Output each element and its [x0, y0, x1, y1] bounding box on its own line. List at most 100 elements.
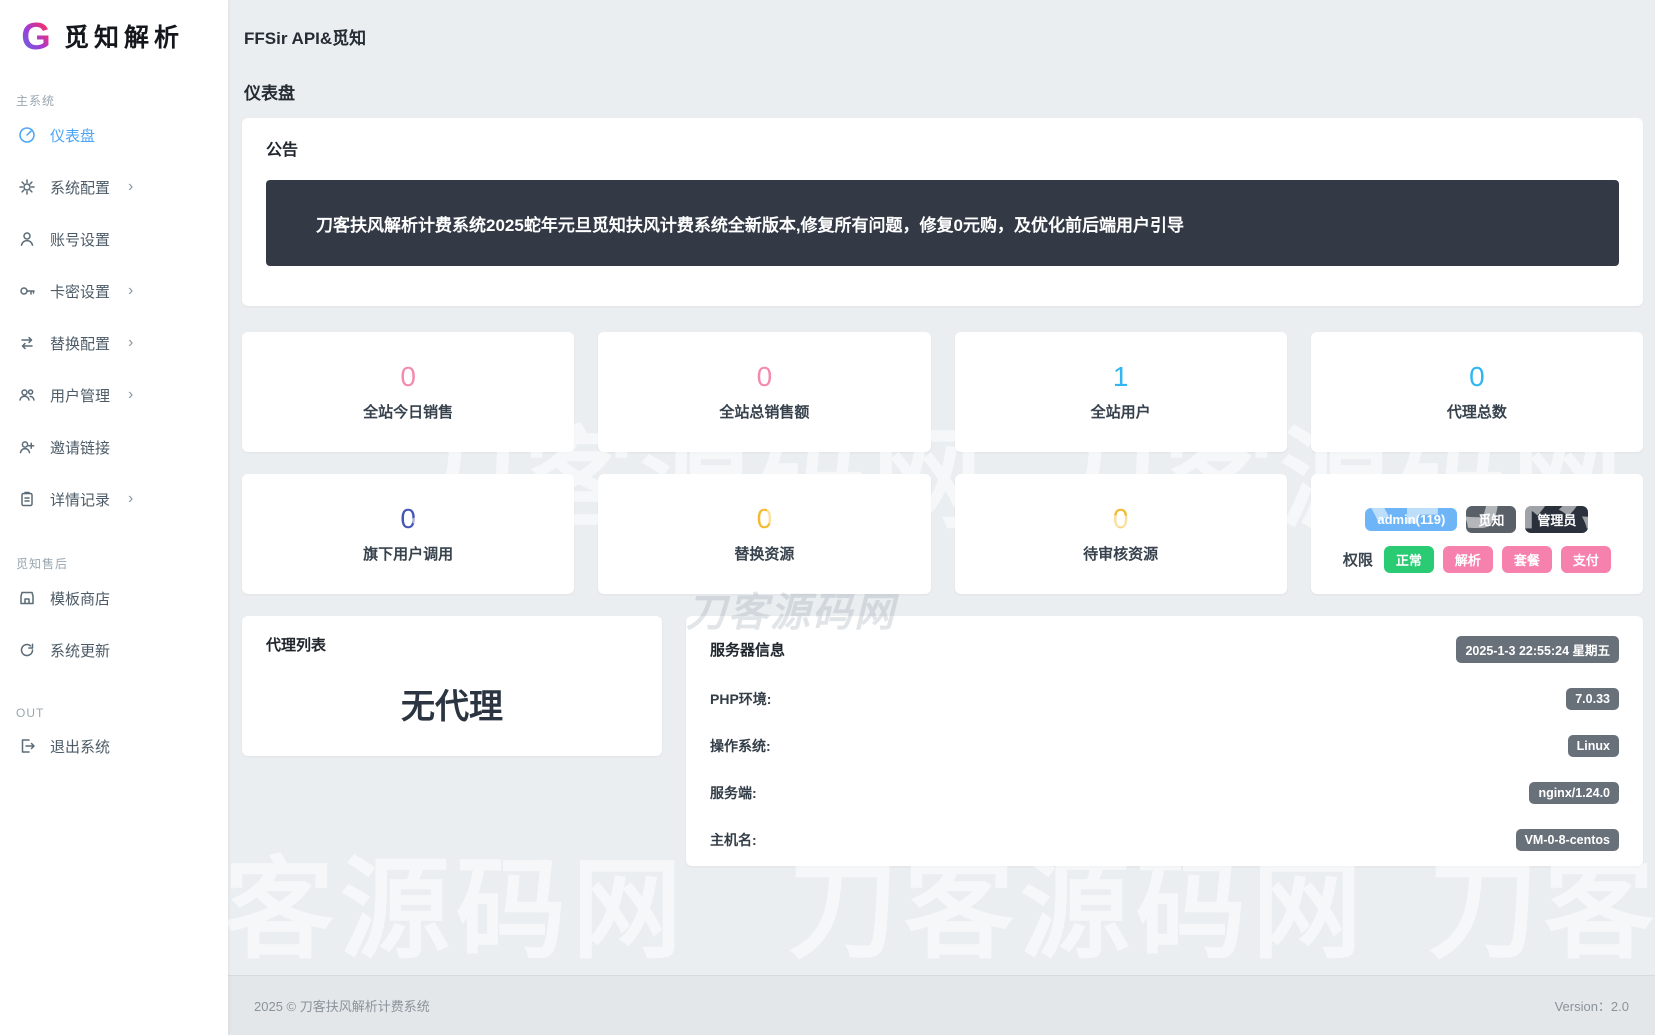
stat-label: 代理总数 [1447, 401, 1507, 422]
stat-label: 待审核资源 [1083, 543, 1158, 564]
stat-value: 0 [1113, 505, 1129, 533]
announcement-text: 刀客扶风解析计费系统2025蛇年元旦觅知扶风计费系统全新版本,修复所有问题，修复… [316, 211, 1184, 236]
stat-grid-row2: 0 旗下用户调用 0 替换资源 0 待审核资源 admin(119) 觅知 管理… [242, 474, 1643, 594]
stat-grid-row1: 0 全站今日销售 0 全站总销售额 1 全站用户 0 代理总数 [242, 332, 1643, 452]
role-badge: 管理员 [1525, 506, 1588, 533]
sidebar-item-label: 邀请链接 [50, 437, 110, 458]
stat-label: 旗下用户调用 [363, 543, 453, 564]
logout-icon [18, 737, 36, 755]
server-row-label: 服务端: [710, 783, 757, 803]
sidebar-item-account-settings[interactable]: 账号设置 [0, 213, 228, 265]
brand-name: 觅知解析 [64, 18, 184, 54]
agent-list-empty: 无代理 [266, 679, 638, 728]
server-info-card: 服务器信息 2025-1-3 22:55:24 星期五 PHP环境: 7.0.3… [686, 616, 1643, 866]
server-row-php: PHP环境: 7.0.33 [710, 688, 1619, 710]
server-row-value-badge: VM-0-8-centos [1516, 829, 1619, 851]
server-row-os: 操作系统: Linux [710, 735, 1619, 757]
server-row-hostname: 主机名: VM-0-8-centos [710, 829, 1619, 851]
users-icon [18, 386, 36, 404]
server-row-value-badge: nginx/1.24.0 [1529, 782, 1619, 804]
stat-label: 替换资源 [734, 543, 794, 564]
sidebar-item-detail-records[interactable]: 详情记录 › [0, 473, 228, 525]
gear-icon [18, 178, 36, 196]
stat-value: 0 [757, 505, 773, 533]
account-badge-row: admin(119) 觅知 管理员 [1365, 506, 1588, 533]
stat-card-total-sales: 0 全站总销售额 [598, 332, 930, 452]
stat-card-pending-resources: 0 待审核资源 [955, 474, 1287, 594]
brand-badge: 觅知 [1466, 506, 1516, 533]
server-row-label: 主机名: [710, 830, 757, 850]
stat-label: 全站总销售额 [719, 401, 809, 422]
chevron-right-icon: › [128, 335, 133, 351]
sidebar-item-label: 卡密设置 [50, 281, 110, 302]
footer-copyright: 2025 © 刀客扶风解析计费系统 [254, 996, 430, 1015]
admin-badge: admin(119) [1365, 508, 1457, 531]
stat-value: 0 [400, 505, 416, 533]
nav-section-main: 主系统 [16, 92, 228, 109]
chevron-right-icon: › [128, 387, 133, 403]
nav-section-out: OUT [16, 706, 228, 720]
chevron-right-icon: › [128, 491, 133, 507]
server-row-webserver: 服务端: nginx/1.24.0 [710, 782, 1619, 804]
sidebar-item-template-store[interactable]: 模板商店 [0, 572, 228, 624]
sidebar-item-label: 替换配置 [50, 333, 110, 354]
server-row-value-badge: 7.0.33 [1566, 688, 1619, 710]
svg-text:G: G [21, 16, 51, 56]
sidebar-item-label: 详情记录 [50, 489, 110, 510]
permission-row: 权限 正常 解析 套餐 支付 [1343, 546, 1611, 573]
topbar: FFSir API&觅知 [228, 0, 1655, 49]
stat-label: 全站用户 [1091, 401, 1151, 422]
stat-card-sub-user-calls: 0 旗下用户调用 [242, 474, 574, 594]
bottom-grid: 代理列表 无代理 服务器信息 2025-1-3 22:55:24 星期五 PHP… [242, 616, 1643, 866]
sidebar-item-label: 退出系统 [50, 736, 110, 757]
perm-badge-payment: 支付 [1561, 546, 1611, 573]
sidebar-item-user-management[interactable]: 用户管理 › [0, 369, 228, 421]
sidebar-item-replace-config[interactable]: 替换配置 › [0, 317, 228, 369]
stat-value: 0 [1469, 363, 1485, 391]
key-icon [18, 282, 36, 300]
sidebar-item-system-config[interactable]: 系统配置 › [0, 161, 228, 213]
stat-card-replace-resources: 0 替换资源 [598, 474, 930, 594]
sidebar-item-card-settings[interactable]: 卡密设置 › [0, 265, 228, 317]
server-row-label: 操作系统: [710, 736, 771, 756]
announcement-title: 公告 [266, 136, 1619, 160]
stat-card-agent-total: 0 代理总数 [1311, 332, 1643, 452]
sidebar-item-logout[interactable]: 退出系统 [0, 720, 228, 772]
announcement-card: 公告 刀客扶风解析计费系统2025蛇年元旦觅知扶风计费系统全新版本,修复所有问题… [242, 118, 1643, 306]
status-badge: 正常 [1384, 546, 1434, 573]
sidebar-item-label: 系统更新 [50, 640, 110, 661]
store-icon [18, 589, 36, 607]
dashboard-content: 公告 刀客扶风解析计费系统2025蛇年元旦觅知扶风计费系统全新版本,修复所有问题… [228, 118, 1655, 866]
server-row-value-badge: Linux [1568, 735, 1619, 757]
chevron-right-icon: › [128, 179, 133, 195]
nav-section-aftersale: 觅知售后 [16, 555, 228, 572]
server-info-title: 服务器信息 [710, 639, 785, 660]
sidebar: G 觅知解析 主系统 仪表盘 系统配置 › 账号设置 卡密设置 › 替换配置 ›… [0, 0, 228, 1035]
stat-value: 0 [757, 363, 773, 391]
swap-arrows-icon [18, 334, 36, 352]
clipboard-icon [18, 490, 36, 508]
footer-version: Version：2.0 [1555, 996, 1629, 1015]
stat-label: 全站今日销售 [363, 401, 453, 422]
stat-card-total-users: 1 全站用户 [955, 332, 1287, 452]
main-area: FFSir API&觅知 仪表盘 公告 刀客扶风解析计费系统2025蛇年元旦觅知… [228, 0, 1655, 1035]
app-title: FFSir API&觅知 [244, 29, 366, 48]
app-logo[interactable]: G 觅知解析 [0, 0, 228, 62]
sidebar-item-label: 系统配置 [50, 177, 110, 198]
sidebar-item-label: 账号设置 [50, 229, 110, 250]
user-icon [18, 230, 36, 248]
server-datetime-badge: 2025-1-3 22:55:24 星期五 [1456, 636, 1619, 663]
permission-label: 权限 [1343, 549, 1373, 570]
sidebar-item-system-update[interactable]: 系统更新 [0, 624, 228, 676]
sidebar-item-label: 用户管理 [50, 385, 110, 406]
perm-badge-parse: 解析 [1443, 546, 1493, 573]
account-badge-card: admin(119) 觅知 管理员 权限 正常 解析 套餐 支付 [1311, 474, 1643, 594]
server-info-header: 服务器信息 2025-1-3 22:55:24 星期五 [710, 636, 1619, 663]
agent-list-title: 代理列表 [266, 634, 638, 655]
server-row-label: PHP环境: [710, 689, 771, 709]
sidebar-item-invite-link[interactable]: 邀请链接 [0, 421, 228, 473]
sidebar-item-dashboard[interactable]: 仪表盘 [0, 109, 228, 161]
announcement-banner: 刀客扶风解析计费系统2025蛇年元旦觅知扶风计费系统全新版本,修复所有问题，修复… [266, 180, 1619, 266]
footer: 2025 © 刀客扶风解析计费系统 Version：2.0 [228, 975, 1655, 1035]
brand-g-icon: G [16, 16, 56, 56]
